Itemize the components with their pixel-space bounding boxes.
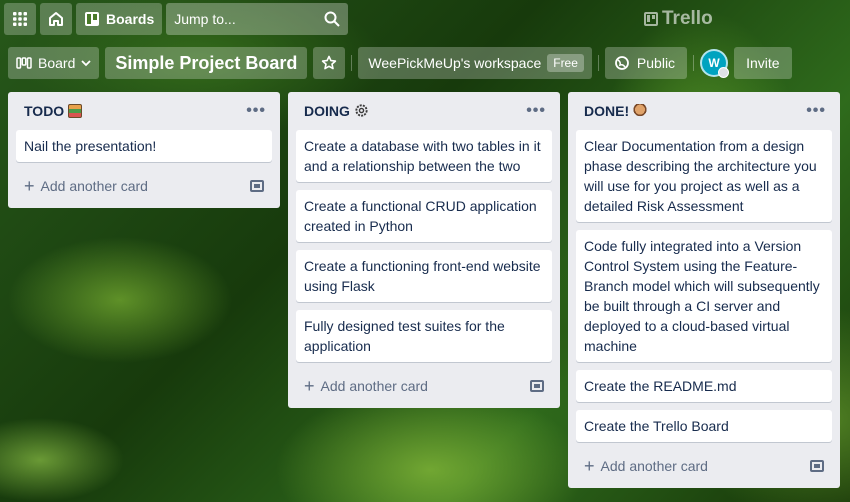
card-template-icon[interactable] (810, 460, 824, 472)
star-icon (322, 55, 337, 70)
card-template-icon[interactable] (530, 380, 544, 392)
notebook-emoji-icon (68, 104, 83, 118)
home-icon (49, 12, 63, 26)
home-button[interactable] (40, 3, 72, 35)
workspace-button[interactable]: WeePickMeUp's workspace Free (358, 47, 592, 79)
globe-icon (615, 56, 629, 70)
card[interactable]: Create a database with two tables in it … (296, 130, 552, 182)
chevron-down-icon (81, 60, 91, 67)
plus-icon: + (24, 176, 35, 196)
list-title[interactable]: TODO (24, 103, 83, 119)
add-card-label: Add another card (40, 178, 148, 194)
card[interactable]: Clear Documentation from a design phase … (576, 130, 832, 222)
boards-button[interactable]: Boards (76, 3, 163, 35)
gear-emoji-icon (355, 104, 368, 117)
raised-hands-emoji-icon (633, 104, 648, 118)
list-header: TODO ••• (16, 92, 272, 130)
avatar-initial: W (708, 56, 720, 70)
view-switcher-label: Board (38, 55, 76, 71)
list-done: DONE! ••• Clear Documentation from a des… (568, 92, 840, 488)
top-navigation-bar: Boards Jump to... Trello (0, 0, 850, 38)
plus-icon: + (584, 456, 595, 476)
apps-grid-icon (13, 12, 27, 26)
add-card-label: Add another card (600, 458, 708, 474)
card[interactable]: Create a functional CRUD application cre… (296, 190, 552, 242)
trello-logo-text: Trello (662, 8, 713, 29)
card[interactable]: Create the README.md (576, 370, 832, 402)
card-template-icon[interactable] (250, 180, 264, 192)
board-view-icon (16, 57, 32, 69)
search-input[interactable]: Jump to... (166, 3, 349, 35)
list-doing: DOING ••• Create a database with two tab… (288, 92, 560, 408)
visibility-button[interactable]: Public (604, 47, 688, 79)
add-card-label: Add another card (320, 378, 428, 394)
search-icon (324, 11, 340, 27)
card[interactable]: Nail the presentation! (16, 130, 272, 162)
admin-chevron-icon (718, 67, 730, 78)
list-title[interactable]: DOING (304, 103, 369, 119)
list-header: DONE! ••• (576, 92, 832, 130)
list-menu-icon[interactable]: ••• (246, 102, 266, 120)
search-placeholder: Jump to... (174, 11, 236, 27)
card[interactable]: Create a functioning front-end website u… (296, 250, 552, 302)
list-title-text: TODO (24, 103, 65, 119)
add-card-button[interactable]: + Add another card (296, 370, 552, 402)
invite-button[interactable]: Invite (734, 47, 792, 79)
list-menu-icon[interactable]: ••• (806, 102, 826, 120)
card[interactable]: Code fully integrated into a Version Con… (576, 230, 832, 362)
boards-icon (85, 12, 99, 26)
board-header: Board Simple Project Board WeePickMeUp's… (0, 44, 850, 82)
list-todo: TODO ••• Nail the presentation! + Add ano… (8, 92, 280, 208)
list-menu-icon[interactable]: ••• (526, 102, 546, 120)
view-switcher-button[interactable]: Board (8, 47, 100, 79)
star-button[interactable] (313, 47, 346, 79)
apps-grid-button[interactable] (4, 3, 36, 35)
board-title[interactable]: Simple Project Board (105, 47, 308, 79)
list-title-text: DOING (304, 103, 350, 119)
divider (693, 55, 695, 71)
add-card-button[interactable]: + Add another card (16, 170, 272, 202)
trello-logo[interactable]: Trello (644, 8, 713, 30)
trello-logo-icon (644, 12, 658, 26)
workspace-plan-badge: Free (547, 54, 584, 72)
plus-icon: + (304, 376, 315, 396)
list-title[interactable]: DONE! (584, 103, 648, 119)
card[interactable]: Fully designed test suites for the appli… (296, 310, 552, 362)
workspace-label: WeePickMeUp's workspace (368, 55, 542, 71)
invite-label: Invite (746, 55, 780, 71)
list-title-text: DONE! (584, 103, 630, 119)
member-avatar[interactable]: W (700, 49, 730, 78)
card[interactable]: Create the Trello Board (576, 410, 832, 442)
divider (351, 55, 353, 71)
list-header: DOING ••• (296, 92, 552, 130)
boards-label: Boards (106, 11, 155, 27)
divider (597, 55, 599, 71)
visibility-label: Public (636, 55, 676, 71)
add-card-button[interactable]: + Add another card (576, 450, 832, 482)
